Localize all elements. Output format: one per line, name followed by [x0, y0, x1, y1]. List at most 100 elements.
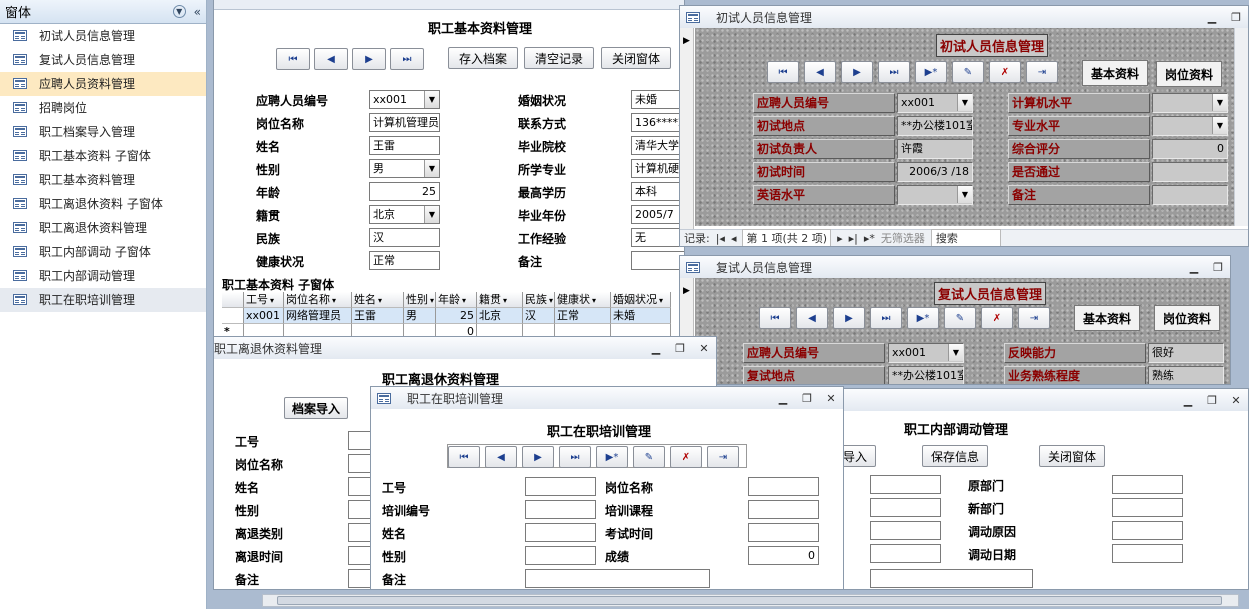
new-record-icon[interactable]: ▶*	[907, 307, 939, 329]
sort-arrow-icon[interactable]: ▾	[549, 296, 553, 305]
nav-item[interactable]: 职工基本资料管理	[0, 168, 206, 192]
close-icon[interactable]: ✕	[819, 392, 843, 405]
field-input[interactable]	[1112, 475, 1183, 494]
grid-cell[interactable]: 北京	[477, 308, 523, 324]
initial-vscrollbar[interactable]	[1234, 28, 1248, 226]
grid-cell[interactable]: 正常	[555, 308, 611, 324]
minimize-icon[interactable]: ▁	[1200, 11, 1224, 24]
next-record-icon[interactable]: ▶	[841, 61, 873, 83]
grid-corner[interactable]	[222, 292, 244, 308]
edit-record-icon[interactable]: ✎	[944, 307, 976, 329]
grid-header[interactable]: 民族 ▾	[523, 292, 555, 308]
field-input[interactable]: xx001 ▼	[369, 90, 440, 109]
field-input[interactable]: 许霞	[897, 139, 973, 159]
field-input[interactable]: 男 ▼	[369, 159, 440, 178]
last-nav-icon[interactable]: ▸|	[849, 232, 858, 245]
clear-record-button[interactable]: 清空记录	[524, 47, 594, 69]
training-caption[interactable]: 职工在职培训管理 ▁ ❐ ✕	[371, 387, 843, 409]
grid-header[interactable]: 工号 ▾	[244, 292, 284, 308]
field-input[interactable]: 0	[748, 546, 819, 565]
nav-item[interactable]: 职工档案导入管理	[0, 120, 206, 144]
horizontal-scrollbar[interactable]	[262, 594, 1239, 607]
scroll-thumb[interactable]	[277, 596, 1222, 605]
field-input[interactable]	[525, 523, 596, 542]
field-input[interactable]: 2005/7	[631, 205, 684, 224]
grid-header[interactable]: 性别 ▾	[404, 292, 436, 308]
restore-icon[interactable]: ❐	[1206, 261, 1230, 274]
next-record-icon[interactable]: ▶	[522, 446, 554, 468]
nav-item[interactable]: 职工基本资料 子窗体	[0, 144, 206, 168]
prev-nav-icon[interactable]: ◂	[731, 232, 737, 245]
next-record-icon[interactable]: ▶	[833, 307, 865, 329]
prev-record-icon[interactable]: ◀	[796, 307, 828, 329]
grid-cell[interactable]: 25	[436, 308, 477, 324]
grid-header[interactable]: 年龄 ▾	[436, 292, 477, 308]
nav-item[interactable]: 职工在职培训管理	[0, 288, 206, 312]
field-input[interactable]	[870, 475, 941, 494]
save-info-button[interactable]: 保存信息	[922, 445, 988, 467]
field-input[interactable]	[748, 523, 819, 542]
grid-header[interactable]: 籍贯 ▾	[477, 292, 523, 308]
sort-arrow-icon[interactable]: ▾	[378, 296, 382, 305]
field-input[interactable]	[525, 500, 596, 519]
field-input[interactable]: **办公楼101室	[888, 366, 964, 384]
chevron-down-icon[interactable]: ▼	[957, 186, 972, 203]
field-input[interactable]: 北京 ▼	[369, 205, 440, 224]
close-icon[interactable]: ✕	[1224, 394, 1248, 407]
field-input[interactable]: 很好	[1148, 343, 1224, 363]
nav-item[interactable]: 职工离退休资料 子窗体	[0, 192, 206, 216]
search-box[interactable]: 搜索	[930, 229, 1001, 246]
grid-cell[interactable]: 网络管理员	[284, 308, 352, 324]
field-input[interactable]: 正常	[369, 251, 440, 270]
minimize-icon[interactable]: ▁	[1182, 261, 1206, 274]
nav-item[interactable]: 应聘人员资料管理	[0, 72, 206, 96]
last-record-icon[interactable]: ⏭	[878, 61, 910, 83]
sort-arrow-icon[interactable]: ▾	[462, 296, 466, 305]
restore-icon[interactable]: ❐	[1200, 394, 1224, 407]
field-input[interactable]: ▼	[1152, 116, 1228, 136]
field-input[interactable]	[870, 498, 941, 517]
chevron-down-icon[interactable]: ▼	[424, 206, 439, 223]
sort-arrow-icon[interactable]: ▾	[430, 296, 434, 305]
field-input[interactable]: xx001 ▼	[897, 93, 973, 113]
close-form-button[interactable]: 关闭窗体	[601, 47, 671, 69]
last-record-icon[interactable]: ⏭	[870, 307, 902, 329]
field-input[interactable]	[748, 500, 819, 519]
sort-arrow-icon[interactable]: ▾	[659, 296, 663, 305]
minimize-icon[interactable]: ▁	[644, 342, 668, 355]
chevron-down-icon[interactable]: ▼	[172, 5, 186, 18]
new-record-icon[interactable]: ▶*	[915, 61, 947, 83]
nav-item[interactable]: 招聘岗位	[0, 96, 206, 120]
row-selector[interactable]	[222, 308, 244, 324]
position-info-button[interactable]: 岗位资料	[1156, 61, 1222, 87]
first-record-icon[interactable]: ⏮	[448, 446, 480, 468]
grid-header[interactable]: 婚姻状况 ▾	[611, 292, 671, 308]
field-input[interactable]: 计算机硬	[631, 159, 684, 178]
retire-caption[interactable]: 职工离退休资料管理 ▁ ❐ ✕	[214, 337, 716, 359]
exit-record-icon[interactable]: ⇥	[1026, 61, 1058, 83]
field-input[interactable]	[1112, 544, 1183, 563]
exit-record-icon[interactable]: ⇥	[1018, 307, 1050, 329]
grid-header[interactable]: 姓名 ▾	[352, 292, 404, 308]
field-input[interactable]: ▼	[897, 185, 973, 205]
close-form-button[interactable]: 关闭窗体	[1039, 445, 1105, 467]
delete-record-icon[interactable]: ✗	[981, 307, 1013, 329]
archive-import-button[interactable]: 档案导入	[284, 397, 348, 419]
filter-status[interactable]: 无筛选器	[881, 230, 925, 246]
chevron-down-icon[interactable]: ▼	[948, 344, 963, 361]
field-input[interactable]	[870, 521, 941, 540]
next-record-button[interactable]: ▶	[352, 48, 386, 70]
field-input[interactable]	[1152, 162, 1228, 182]
grid-header[interactable]: 健康状 ▾	[555, 292, 611, 308]
field-input[interactable]	[748, 477, 819, 496]
sort-arrow-icon[interactable]: ▾	[592, 296, 596, 305]
second-caption[interactable]: 复试人员信息管理 ▁ ❐	[680, 256, 1230, 278]
restore-icon[interactable]: ❐	[795, 392, 819, 405]
first-record-icon[interactable]: ⏮	[767, 61, 799, 83]
first-nav-icon[interactable]: |◂	[716, 232, 725, 245]
field-input[interactable]	[525, 477, 596, 496]
field-input[interactable]: 未婚	[631, 90, 684, 109]
grid-cell[interactable]: 男	[404, 308, 436, 324]
field-input[interactable]: 2006/3 /18	[897, 162, 973, 182]
sort-arrow-icon[interactable]: ▾	[332, 296, 336, 305]
